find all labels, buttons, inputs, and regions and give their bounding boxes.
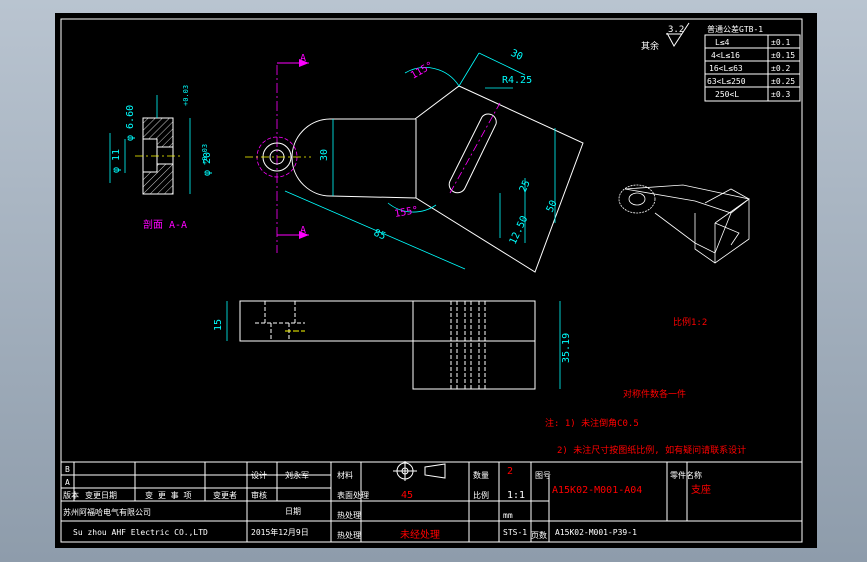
- date: 2015年12月9日: [251, 527, 309, 537]
- projection-symbol-icon: [393, 461, 446, 481]
- dim-bore-outer: φ 11: [111, 149, 122, 173]
- company-cn: 苏州阿福哈电气有限公司: [63, 507, 151, 517]
- designer: 刘永军: [285, 470, 309, 480]
- section-marker-top: A: [300, 53, 306, 64]
- surface-label: 其余: [641, 40, 659, 52]
- section-bore-small: [142, 138, 158, 173]
- lbl-check: 审核: [251, 490, 267, 500]
- dim-arm-height: 30: [319, 149, 330, 161]
- dim-12-50: 12.50: [508, 214, 531, 246]
- tol-value: ±0.15: [771, 51, 795, 60]
- rev-b: B: [65, 465, 70, 474]
- tol-value: ±0.2: [771, 64, 790, 73]
- dim-tol-side: +0.03: [201, 144, 209, 165]
- dim-bore-small: φ 6.60: [125, 105, 136, 141]
- scale: 1:1: [507, 490, 525, 501]
- lbl-treatment: 表面处理: [337, 490, 369, 500]
- lbl-heat: 热处理: [337, 510, 361, 520]
- scale-note: 比例1:2: [673, 316, 707, 328]
- tol-range: 4<L≤16: [711, 51, 740, 60]
- section-view: φ 6.60 φ 11 φ 20 +0.03 +0.03 剖面 A-A: [109, 85, 213, 231]
- main-view: A A 30 30 R4.25 115° 155° 25 50 12.50 85: [245, 48, 584, 273]
- rev-a: A: [65, 478, 70, 487]
- section-marker-bottom: A: [300, 225, 306, 236]
- dim-radius: R4.25: [502, 75, 532, 86]
- lbl-date: 日期: [285, 507, 301, 516]
- dim-angle-top: 115°: [409, 60, 435, 82]
- lbl-heat-2: 热处理: [337, 530, 361, 540]
- tol-range: 63<L≤250: [707, 77, 746, 86]
- dim-35-19: 35.19: [561, 333, 572, 363]
- lbl-part-name: 零件名称: [670, 470, 702, 480]
- section-label: 剖面 A-A: [143, 218, 187, 231]
- cad-viewport[interactable]: 3.2 其余 普通公差GTB-1 L≤4 ±0.1 4<L≤16 ±0.15 1…: [0, 0, 867, 562]
- tol-range: 16<L≤63: [709, 64, 743, 73]
- tol-range: L≤4: [715, 38, 730, 47]
- project-no: A15K02-M001-P39-1: [555, 528, 637, 537]
- side-body: [239, 300, 536, 342]
- lbl-design: 设计: [251, 470, 267, 480]
- lbl-count: 数量: [473, 470, 489, 480]
- count: 2: [507, 466, 513, 477]
- lbl-page: 页数: [531, 530, 547, 540]
- hdr-version: 版本: [63, 490, 79, 500]
- dim-angle-bottom: 155°: [394, 205, 420, 220]
- slot-centerline: [449, 102, 501, 194]
- tol-value: ±0.1: [771, 38, 790, 47]
- drawing-border: [60, 18, 803, 543]
- tolerance-table-title: 普通公差GTB-1: [707, 24, 763, 34]
- company-en: Su zhou AHF Electric CO.,LTD: [73, 528, 208, 537]
- material: 45: [401, 490, 413, 501]
- lbl-drawing-no: 图号: [535, 471, 551, 480]
- hdr-date: 变更日期: [85, 490, 117, 500]
- section-bore-large: [156, 146, 174, 165]
- quantity-note: 对称件数各一件: [623, 388, 686, 400]
- hdr-changer: 变更者: [213, 490, 237, 500]
- isometric-view: [618, 184, 750, 264]
- drawing-no: A15K02-M001-A04: [552, 485, 642, 496]
- link-outline: [291, 85, 584, 273]
- tol-value: ±0.25: [771, 77, 795, 86]
- dim-15: 15: [213, 319, 224, 331]
- side-block: [412, 300, 536, 390]
- note-2: 2) 未注尺寸按图纸比例, 如有疑问请联系设计: [557, 444, 746, 456]
- lbl-scale: 比例: [473, 490, 489, 500]
- lbl-material: 材料: [337, 470, 353, 480]
- unit: mm: [503, 511, 513, 520]
- hdr-item: 变 更 事 项: [145, 490, 191, 500]
- dim-85: 85: [372, 228, 387, 243]
- part-name: 支座: [691, 483, 711, 496]
- drawing-sheet: 3.2 其余 普通公差GTB-1 L≤4 ±0.1 4<L≤16 ±0.15 1…: [55, 13, 817, 548]
- dim-width: 30: [509, 48, 525, 63]
- dim-25: 25: [518, 179, 533, 195]
- tol-range: 250<L: [715, 90, 739, 99]
- surface-value: 3.2: [668, 25, 684, 35]
- side-view: [239, 300, 536, 390]
- drawing-canvas: 3.2 其余 普通公差GTB-1 L≤4 ±0.1 4<L≤16 ±0.15 1…: [60, 18, 803, 543]
- sts: STS-1: [503, 528, 527, 537]
- note-1: 注: 1) 未注倒角C0.5: [545, 417, 639, 429]
- slot: [448, 113, 497, 194]
- dim-tol-top: +0.03: [182, 85, 190, 106]
- heat: 未经处理: [400, 528, 440, 541]
- tol-value: ±0.3: [771, 90, 790, 99]
- surface-roughness-symbol: 3.2 其余: [641, 22, 690, 52]
